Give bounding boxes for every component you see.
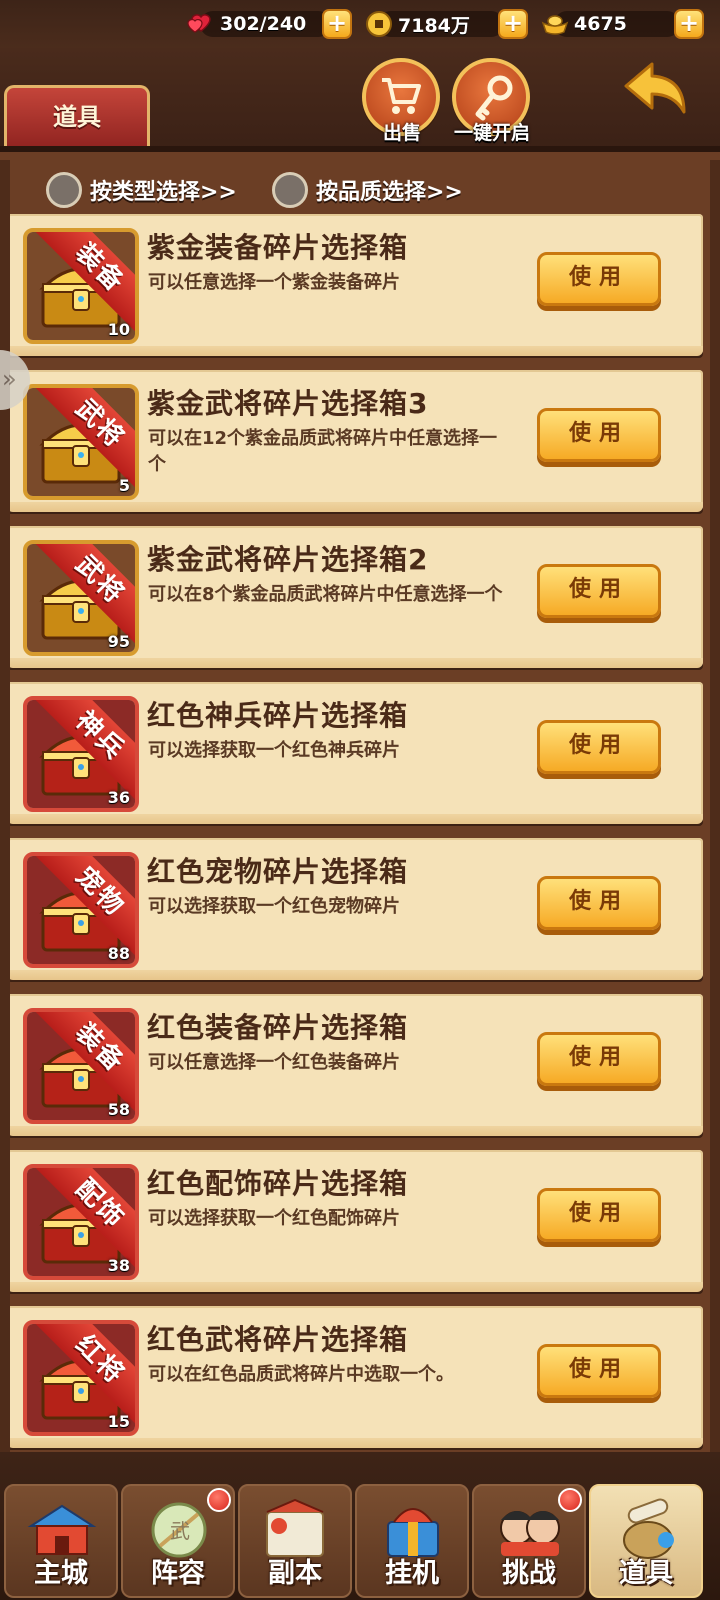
nav-item[interactable]: 挂机 [355, 1484, 469, 1598]
sell-label: 出售 [382, 122, 421, 144]
item-title: 红色装备碎片选择箱 [147, 1011, 409, 1044]
item-card: 配饰 38 红色配饰碎片选择箱 可以选择获取一个红色配饰碎片 使用 [7, 1150, 703, 1292]
item-count: 38 [107, 1256, 130, 1275]
use-button[interactable]: 使用 [537, 1188, 661, 1242]
item-thumbnail[interactable]: 装备 10 [23, 228, 139, 344]
nav-label: 副本 [268, 1558, 322, 1589]
nav-label: 挑战 [502, 1558, 556, 1589]
use-button[interactable]: 使用 [537, 720, 661, 774]
item-card: 武将 95 紫金武将碎片选择箱2 可以在8个紫金品质武将碎片中任意选择一个 使用 [7, 526, 703, 668]
item-thumbnail[interactable]: 宠物 88 [23, 852, 139, 968]
stamina-value: 302/240 [220, 13, 307, 35]
item-count: 5 [118, 476, 130, 495]
add-stamina-button[interactable]: + [322, 9, 352, 39]
item-card: 神兵 36 红色神兵碎片选择箱 可以选择获取一个红色神兵碎片 使用 [7, 682, 703, 824]
item-title: 红色神兵碎片选择箱 [147, 699, 409, 732]
filter-bar: 按类型选择>> 按品质选择>> [0, 168, 720, 216]
nav-item[interactable]: 主城 [4, 1484, 118, 1598]
item-description: 可以在红色品质武将碎片中选取一个。 [148, 1364, 454, 1385]
coins-value: 7184万 [398, 14, 470, 37]
item-thumbnail[interactable]: 配饰 38 [23, 1164, 139, 1280]
key-icon [475, 75, 513, 121]
item-count: 95 [107, 632, 130, 651]
tab-items[interactable]: 道具 [4, 85, 150, 149]
item-count: 58 [107, 1100, 130, 1119]
use-button[interactable]: 使用 [537, 408, 661, 462]
item-card: 红将 15 红色武将碎片选择箱 可以在红色品质武将碎片中选取一个。 使用 [7, 1306, 703, 1448]
item-thumbnail[interactable]: 装备 58 [23, 1008, 139, 1124]
item-description: 可以在8个紫金品质武将碎片中任意选择一个 [148, 584, 503, 605]
item-count: 36 [107, 788, 130, 807]
item-title: 红色武将碎片选择箱 [147, 1323, 409, 1356]
nav-item[interactable]: 道具 [589, 1484, 703, 1598]
item-thumbnail[interactable]: 武将 5 [23, 384, 139, 500]
radio-icon [272, 172, 308, 208]
resource-bar: 302/240 + 7184万 + 4675 + [0, 0, 720, 48]
use-button[interactable]: 使用 [537, 564, 661, 618]
filter-by-quality[interactable]: 按品质选择>> [272, 172, 463, 208]
use-button[interactable]: 使用 [537, 1032, 661, 1086]
item-title: 紫金装备碎片选择箱 [147, 231, 409, 264]
gold-ingot-icon [541, 15, 569, 35]
item-card: 装备 58 红色装备碎片选择箱 可以任意选择一个红色装备碎片 使用 [7, 994, 703, 1136]
item-count: 15 [107, 1412, 130, 1431]
item-title: 紫金武将碎片选择箱2 [147, 543, 429, 576]
nav-label: 道具 [619, 1558, 673, 1589]
item-title: 红色配饰碎片选择箱 [147, 1167, 409, 1200]
item-description: 可以任意选择一个紫金装备碎片 [148, 272, 400, 293]
filter-by-type[interactable]: 按类型选择>> [46, 172, 237, 208]
open-all-label: 一键开启 [453, 122, 530, 144]
notification-badge [207, 1488, 231, 1512]
add-gold-button[interactable]: + [674, 9, 704, 39]
nav-item[interactable]: 副本 [238, 1484, 352, 1598]
cart-icon [382, 78, 421, 114]
gold-value: 4675 [574, 13, 627, 35]
item-card: 武将 5 紫金武将碎片选择箱3 可以在12个紫金品质武将碎片中任意选择一个 使用 [7, 370, 703, 512]
use-button[interactable]: 使用 [537, 1344, 661, 1398]
svg-text:武: 武 [170, 1519, 190, 1543]
heart-icon [187, 14, 211, 33]
nav-label: 挂机 [385, 1558, 439, 1589]
item-count: 88 [107, 944, 130, 963]
notification-badge [558, 1488, 582, 1512]
use-button[interactable]: 使用 [537, 252, 661, 306]
item-count: 10 [107, 320, 130, 339]
item-title: 红色宠物碎片选择箱 [147, 855, 409, 888]
item-description: 可以选择获取一个红色神兵碎片 [148, 740, 400, 761]
radio-icon [46, 172, 82, 208]
back-arrow-icon[interactable] [622, 58, 692, 118]
item-description: 可以选择获取一个红色配饰碎片 [148, 1208, 400, 1229]
item-thumbnail[interactable]: 红将 15 [23, 1320, 139, 1436]
tab-items-label: 道具 [53, 103, 101, 131]
nav-label: 阵容 [151, 1558, 205, 1589]
item-thumbnail[interactable]: 武将 95 [23, 540, 139, 656]
add-coins-button[interactable]: + [498, 9, 528, 39]
item-card: 装备 10 紫金装备碎片选择箱 可以任意选择一个紫金装备碎片 使用 [7, 214, 703, 356]
item-description: 可以选择获取一个红色宠物碎片 [148, 896, 400, 917]
use-button[interactable]: 使用 [537, 876, 661, 930]
item-title: 紫金武将碎片选择箱3 [147, 387, 429, 420]
nav-label: 主城 [34, 1558, 88, 1589]
item-description: 可以在12个紫金品质武将碎片中任意选择一个 [148, 428, 498, 475]
coin-icon [366, 11, 392, 37]
item-description: 可以任意选择一个红色装备碎片 [148, 1052, 400, 1073]
item-card: 宠物 88 红色宠物碎片选择箱 可以选择获取一个红色宠物碎片 使用 [7, 838, 703, 980]
item-thumbnail[interactable]: 神兵 36 [23, 696, 139, 812]
